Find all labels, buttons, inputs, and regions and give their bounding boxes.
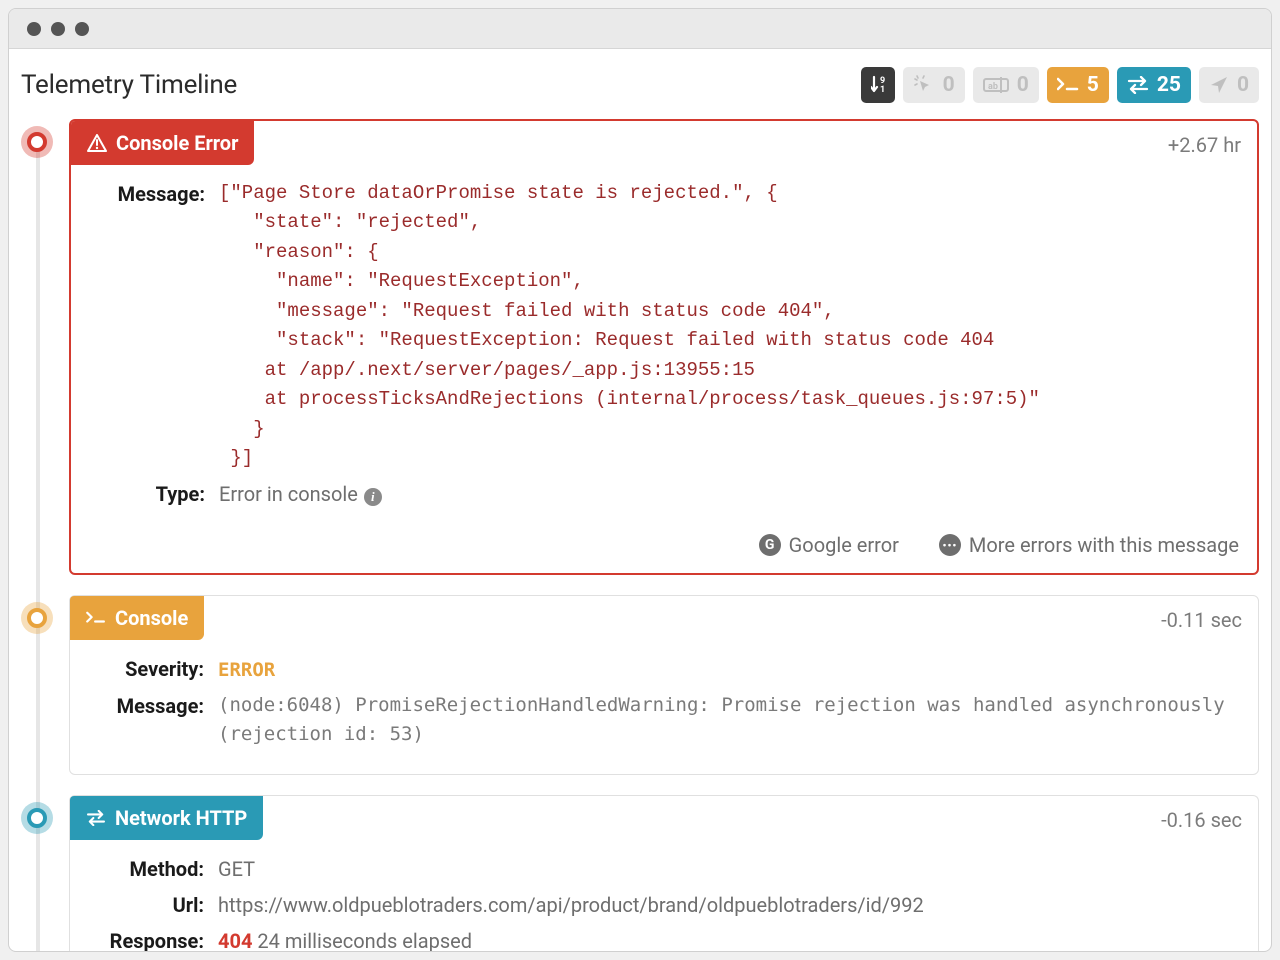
click-filter-badge[interactable]: 0 <box>903 67 965 103</box>
network-swap-icon <box>1127 76 1149 94</box>
field-label: Type: <box>89 479 219 509</box>
method-value: GET <box>218 854 1240 884</box>
card-header: Network HTTP -0.16 sec <box>70 796 1258 840</box>
card-header: Console Error +2.67 hr <box>71 121 1257 165</box>
network-count: 25 <box>1157 73 1181 97</box>
field-label: Response: <box>88 926 218 952</box>
severity-value: ERROR <box>218 659 275 681</box>
svg-text:ab: ab <box>988 82 998 92</box>
console-filter-badge[interactable]: 5 <box>1047 67 1109 103</box>
network-swap-icon <box>86 810 106 826</box>
timeline-event: Console Error +2.67 hr Message: ["Page S… <box>69 119 1259 575</box>
severity-field: Severity: ERROR <box>88 654 1240 685</box>
field-value: Error in console i <box>219 479 1239 509</box>
card-body: Message: ["Page Store dataOrPromise stat… <box>71 165 1257 533</box>
console-count: 5 <box>1087 73 1099 97</box>
click-count: 0 <box>943 73 955 97</box>
filter-badges: 91 0 ab 0 5 25 <box>861 67 1259 103</box>
event-card[interactable]: Console Error +2.67 hr Message: ["Page S… <box>69 119 1259 575</box>
card-actions: G Google error ••• More errors with this… <box>71 533 1257 573</box>
timeline-event: Network HTTP -0.16 sec Method: GET Url: … <box>69 795 1259 952</box>
nav-count: 0 <box>1237 73 1249 97</box>
response-time: 24 milliseconds elapsed <box>257 929 472 952</box>
timeline: Console Error +2.67 hr Message: ["Page S… <box>21 119 1259 952</box>
ellipsis-icon: ••• <box>939 534 961 556</box>
card-body: Severity: ERROR Message: (node:6048) Pro… <box>70 640 1258 773</box>
svg-text:1: 1 <box>880 85 885 95</box>
text-input-icon: ab <box>983 76 1009 94</box>
action-label: More errors with this message <box>969 533 1239 557</box>
nav-filter-badge[interactable]: 0 <box>1199 67 1259 103</box>
card-header: Console -0.11 sec <box>70 596 1258 640</box>
field-label: Message: <box>89 179 219 209</box>
more-errors-link[interactable]: ••• More errors with this message <box>939 533 1239 557</box>
method-field: Method: GET <box>88 854 1240 884</box>
terminal-icon <box>1057 77 1079 93</box>
field-label: Message: <box>88 691 218 721</box>
input-filter-badge[interactable]: ab 0 <box>973 67 1039 103</box>
window-minimize-icon[interactable] <box>51 22 65 36</box>
event-tag: Console <box>70 596 204 640</box>
event-timestamp: +2.67 hr <box>1168 133 1241 157</box>
field-value: ERROR <box>218 654 1240 685</box>
sort-badge[interactable]: 91 <box>861 67 895 103</box>
event-tag-label: Network HTTP <box>115 806 247 830</box>
action-label: Google error <box>789 533 899 557</box>
field-value: ["Page Store dataOrPromise state is reje… <box>219 179 1239 473</box>
location-arrow-icon <box>1209 75 1229 95</box>
event-card[interactable]: Network HTTP -0.16 sec Method: GET Url: … <box>69 795 1259 952</box>
message-field: Message: ["Page Store dataOrPromise stat… <box>89 179 1239 473</box>
field-value: 404 24 milliseconds elapsed <box>218 926 1240 952</box>
url-value: https://www.oldpueblotraders.com/api/pro… <box>218 890 1240 920</box>
event-timestamp: -0.16 sec <box>1161 808 1242 832</box>
card-body: Method: GET Url: https://www.oldpueblotr… <box>70 840 1258 952</box>
message-field: Message: (node:6048) PromiseRejectionHan… <box>88 691 1240 750</box>
event-timestamp: -0.11 sec <box>1161 608 1242 632</box>
cursor-click-icon <box>913 74 935 96</box>
google-error-link[interactable]: G Google error <box>759 533 899 557</box>
window-maximize-icon[interactable] <box>75 22 89 36</box>
google-icon: G <box>759 534 781 556</box>
event-marker-icon <box>21 802 53 834</box>
event-tag: Network HTTP <box>70 796 263 840</box>
response-field: Response: 404 24 milliseconds elapsed <box>88 926 1240 952</box>
event-tag: Console Error <box>71 121 254 165</box>
event-tag-label: Console <box>115 606 188 630</box>
response-code: 404 <box>218 929 252 952</box>
warning-triangle-icon <box>87 134 107 152</box>
network-filter-badge[interactable]: 25 <box>1117 67 1191 103</box>
info-icon[interactable]: i <box>364 488 382 506</box>
content-area: Telemetry Timeline 91 0 ab 0 5 <box>9 49 1271 952</box>
type-field: Type: Error in console i <box>89 479 1239 509</box>
event-tag-label: Console Error <box>116 131 238 155</box>
url-field: Url: https://www.oldpueblotraders.com/ap… <box>88 890 1240 920</box>
field-label: Url: <box>88 890 218 920</box>
app-window: Telemetry Timeline 91 0 ab 0 5 <box>8 8 1272 952</box>
input-count: 0 <box>1017 73 1029 97</box>
event-card[interactable]: Console -0.11 sec Severity: ERROR Messag <box>69 595 1259 774</box>
error-message-content: ["Page Store dataOrPromise state is reje… <box>219 179 1239 473</box>
window-close-icon[interactable] <box>27 22 41 36</box>
console-message: (node:6048) PromiseRejectionHandledWarni… <box>218 691 1240 750</box>
field-label: Severity: <box>88 654 218 684</box>
header-row: Telemetry Timeline 91 0 ab 0 5 <box>21 67 1259 119</box>
event-marker-icon <box>21 602 53 634</box>
event-marker-icon <box>21 126 53 158</box>
page-title: Telemetry Timeline <box>21 70 237 100</box>
type-value: Error in console <box>219 482 358 506</box>
timeline-event: Console -0.11 sec Severity: ERROR Messag <box>69 595 1259 774</box>
terminal-icon <box>86 611 106 625</box>
window-titlebar <box>9 9 1271 49</box>
sort-icon: 91 <box>871 75 885 95</box>
field-label: Method: <box>88 854 218 884</box>
